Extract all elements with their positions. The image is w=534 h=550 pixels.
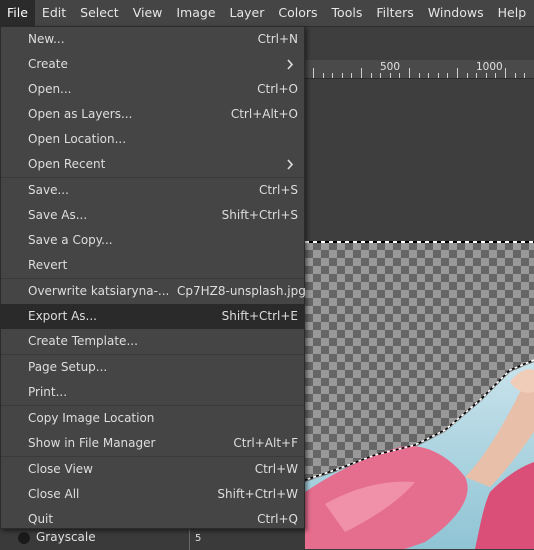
menu-item-save[interactable]: Save... Ctrl+S	[1, 178, 304, 203]
ruler-tick	[351, 73, 352, 78]
menu-item-shortcut: Ctrl+Alt+F	[233, 431, 298, 456]
ruler-tick	[361, 68, 362, 78]
ruler-tick	[390, 73, 391, 78]
file-menu-dropdown: New... Ctrl+N Create Open... Ctrl+O Open…	[0, 26, 305, 529]
ruler-tick	[457, 68, 458, 78]
menu-item-overwrite[interactable]: Overwrite katsiaryna-... Cp7HZ8-unsplash…	[1, 279, 304, 304]
horizontal-ruler[interactable]: 500 1000	[305, 60, 534, 79]
menu-bar: File Edit Select View Image Layer Colors…	[0, 0, 534, 27]
menu-item-page-setup[interactable]: Page Setup...	[1, 355, 304, 380]
ruler-label-500: 500	[380, 61, 400, 73]
menu-view[interactable]: View	[126, 0, 170, 26]
menu-item-save-a-copy[interactable]: Save a Copy...	[1, 228, 304, 253]
menu-item-label: Overwrite katsiaryna-... Cp7HZ8-unsplash…	[28, 279, 306, 304]
menu-item-label: Page Setup...	[28, 355, 107, 380]
menu-item-shortcut: Shift+Ctrl+E	[222, 304, 298, 329]
ruler-tick	[332, 73, 333, 78]
ruler-tick	[524, 73, 525, 78]
menu-item-label: Save As...	[28, 203, 87, 228]
menu-item-label: Export As...	[28, 304, 97, 329]
ruler-tick	[371, 73, 372, 78]
ruler-tick	[313, 68, 314, 78]
menu-item-open-location[interactable]: Open Location...	[1, 127, 304, 152]
menu-item-label: Close View	[28, 457, 93, 482]
ruler-tick	[419, 73, 420, 78]
submenu-arrow-icon	[286, 152, 294, 177]
menu-item-shortcut: Ctrl+Q	[257, 507, 298, 532]
menu-item-revert[interactable]: Revert	[1, 253, 304, 278]
menu-item-create-template[interactable]: Create Template...	[1, 329, 304, 354]
menu-file[interactable]: File	[0, 0, 35, 26]
menu-item-label: Open as Layers...	[28, 102, 132, 127]
menu-layer[interactable]: Layer	[223, 0, 272, 26]
menu-item-label: Save...	[28, 178, 69, 203]
menu-item-close-view[interactable]: Close View Ctrl+W	[1, 457, 304, 482]
photo-layer[interactable]	[305, 242, 534, 549]
menu-image[interactable]: Image	[169, 0, 222, 26]
ruler-tick	[467, 73, 468, 78]
menu-filters[interactable]: Filters	[369, 0, 420, 26]
ruler-tick	[495, 73, 496, 78]
ruler-tick	[505, 68, 506, 78]
ruler-tick	[447, 73, 448, 78]
menu-item-shortcut: Ctrl+Alt+O	[231, 102, 298, 127]
menu-item-open-as-layers[interactable]: Open as Layers... Ctrl+Alt+O	[1, 102, 304, 127]
menu-item-new[interactable]: New... Ctrl+N	[1, 27, 304, 52]
menu-item-label: Open...	[28, 77, 72, 102]
grayscale-label: Grayscale	[36, 530, 96, 544]
menu-item-save-as[interactable]: Save As... Shift+Ctrl+S	[1, 203, 304, 228]
ruler-tick	[323, 73, 324, 78]
menu-edit[interactable]: Edit	[35, 0, 73, 26]
ruler-tick	[486, 73, 487, 78]
vertical-ruler-label: 5	[195, 533, 201, 544]
ruler-tick	[380, 73, 381, 78]
menu-tools[interactable]: Tools	[325, 0, 370, 26]
menu-item-label: Create Template...	[28, 329, 138, 354]
menu-item-create[interactable]: Create	[1, 52, 304, 77]
menu-item-close-all[interactable]: Close All Shift+Ctrl+W	[1, 482, 304, 507]
menu-item-show-in-file-manager[interactable]: Show in File Manager Ctrl+Alt+F	[1, 431, 304, 456]
menu-item-shortcut: Ctrl+N	[258, 27, 298, 52]
ruler-tick	[515, 73, 516, 78]
menu-select[interactable]: Select	[73, 0, 126, 26]
menu-item-label: Show in File Manager	[28, 431, 155, 456]
menu-item-print[interactable]: Print...	[1, 380, 304, 405]
menu-item-shortcut: Ctrl+S	[259, 178, 298, 203]
menu-item-open-recent[interactable]: Open Recent	[1, 152, 304, 177]
menu-item-open[interactable]: Open... Ctrl+O	[1, 77, 304, 102]
ruler-tick	[476, 73, 477, 78]
menu-item-quit[interactable]: Quit Ctrl+Q	[1, 507, 304, 532]
ruler-tick	[428, 73, 429, 78]
visibility-dot-icon[interactable]	[18, 532, 30, 544]
menu-item-label: Close All	[28, 482, 79, 507]
menu-item-shortcut: Ctrl+O	[257, 77, 298, 102]
menu-item-copy-image-location[interactable]: Copy Image Location	[1, 406, 304, 431]
menu-item-label: Quit	[28, 507, 53, 532]
ruler-tick	[438, 73, 439, 78]
menu-item-label: Save a Copy...	[28, 228, 113, 253]
menu-item-label: Copy Image Location	[28, 406, 154, 431]
menu-item-label: Open Location...	[28, 127, 126, 152]
ruler-label-1000: 1000	[476, 61, 503, 73]
menu-item-label: Open Recent	[28, 152, 105, 177]
menu-colors[interactable]: Colors	[271, 0, 324, 26]
menu-item-label: Revert	[28, 253, 67, 278]
menu-windows[interactable]: Windows	[421, 0, 491, 26]
ruler-tick	[342, 73, 343, 78]
menu-help[interactable]: Help	[491, 0, 534, 26]
menu-item-label: Print...	[28, 380, 67, 405]
menu-item-shortcut: Shift+Ctrl+W	[217, 482, 298, 507]
menu-item-shortcut: Shift+Ctrl+S	[222, 203, 298, 228]
submenu-arrow-icon	[286, 52, 294, 77]
menu-item-export-as[interactable]: Export As... Shift+Ctrl+E	[1, 304, 304, 329]
menu-item-label: New...	[28, 27, 65, 52]
menu-item-shortcut: Ctrl+W	[255, 457, 298, 482]
ruler-tick	[409, 68, 410, 78]
menu-item-label: Create	[28, 52, 68, 77]
ruler-tick	[399, 73, 400, 78]
